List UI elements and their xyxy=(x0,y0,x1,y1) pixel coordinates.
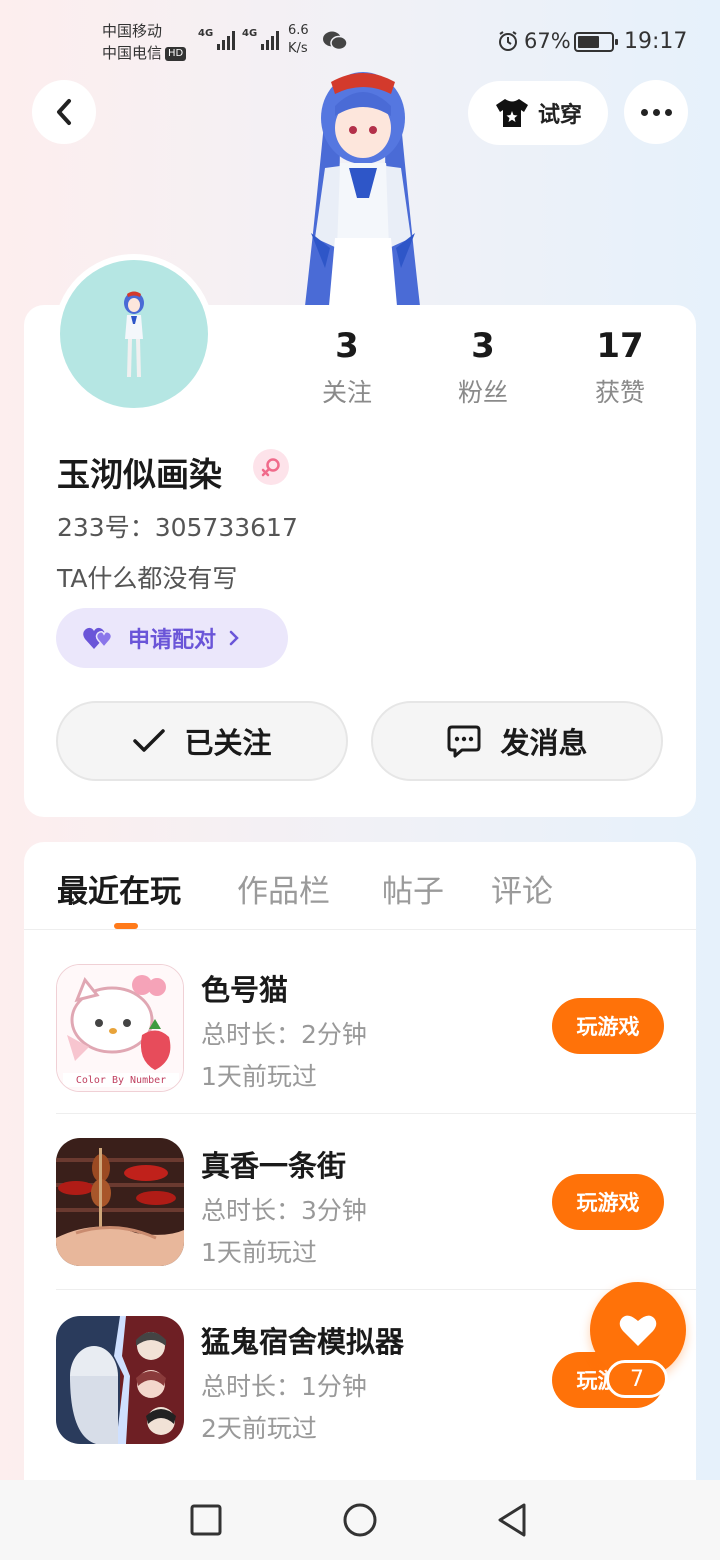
clock: 19:17 xyxy=(624,29,688,54)
recent-apps-button[interactable] xyxy=(186,1500,226,1540)
game-title: 真香一条街 xyxy=(201,1149,347,1183)
game-icon-text: Color By Number xyxy=(76,1075,166,1086)
stat-followers[interactable]: 3 粉丝 xyxy=(423,325,543,409)
net-speed-unit: K/s xyxy=(288,41,308,56)
try-on-button[interactable]: 试穿 xyxy=(468,81,608,145)
avatar-mini-figure xyxy=(124,291,144,377)
user-id: 233号：305733617 xyxy=(57,513,298,542)
back-button[interactable] xyxy=(32,80,96,144)
stat-following-label: 关注 xyxy=(321,378,372,407)
more-dot-icon xyxy=(640,108,648,116)
stat-likes-label: 获赞 xyxy=(594,378,645,407)
chevron-left-icon xyxy=(57,99,71,125)
net-speed: 6.6 K/s xyxy=(288,22,309,58)
stat-followers-value: 3 xyxy=(471,326,495,366)
user-bio: TA什么都没有写 xyxy=(57,564,238,593)
more-dot-icon xyxy=(652,108,660,116)
chat-bubble-icon xyxy=(447,725,481,758)
bbq-street-game-icon xyxy=(56,1138,184,1266)
tab-works[interactable]: 作品栏 xyxy=(237,866,330,911)
game-list-item[interactable]: Color By Number 色号猫 总时长：2分钟 1天前玩过 玩游戏 xyxy=(56,938,696,1114)
square-icon xyxy=(190,1504,222,1536)
profile-nickname: 玉沏似画染 xyxy=(57,455,222,494)
stat-followers-label: 粉丝 xyxy=(457,378,508,407)
female-gender-icon xyxy=(253,449,289,485)
followed-button[interactable]: 已关注 xyxy=(56,701,348,781)
network-type-1: 4G xyxy=(198,28,214,39)
more-dot-icon xyxy=(664,108,672,116)
stat-following[interactable]: 3 关注 xyxy=(287,325,407,409)
tab-comments[interactable]: 评论 xyxy=(491,866,553,911)
battery-percent: 67% xyxy=(524,29,571,53)
wechat-icon xyxy=(323,31,348,51)
avatar-character-image xyxy=(305,72,420,306)
game-last-played: 1天前玩过 xyxy=(201,1238,317,1267)
tab-posts[interactable]: 帖子 xyxy=(382,866,444,911)
followed-label: 已关注 xyxy=(184,726,272,760)
game-last-played: 1天前玩过 xyxy=(201,1062,317,1091)
game-duration: 总时长：1分钟 xyxy=(201,1372,367,1401)
system-navigation-bar xyxy=(0,1480,720,1560)
request-pair-label: 申请配对 xyxy=(128,628,217,653)
like-count-badge: 7 xyxy=(606,1360,668,1398)
stat-following-value: 3 xyxy=(335,326,359,366)
game-last-played: 2天前玩过 xyxy=(201,1414,317,1443)
send-message-button[interactable]: 发消息 xyxy=(371,701,663,781)
color-by-number-game-icon: Color By Number xyxy=(56,964,184,1092)
battery-icon xyxy=(574,32,618,52)
circle-icon xyxy=(343,1503,377,1537)
network-type-2: 4G xyxy=(242,28,258,39)
carrier-2: 中国电信 xyxy=(102,44,163,62)
tab-divider xyxy=(24,929,696,930)
tshirt-icon xyxy=(495,99,528,127)
chevron-right-icon xyxy=(229,630,239,646)
more-options-button[interactable] xyxy=(624,80,688,144)
game-title: 色号猫 xyxy=(201,973,289,1007)
signal-icon-2: 4G xyxy=(242,28,280,50)
tab-recently-played[interactable]: 最近在玩 xyxy=(57,866,181,911)
play-game-button[interactable]: 玩游戏 xyxy=(552,998,664,1054)
stat-likes[interactable]: 17 获赞 xyxy=(560,325,680,409)
double-heart-icon xyxy=(83,627,113,649)
game-list-item[interactable]: 真香一条街 总时长：3分钟 1天前玩过 玩游戏 xyxy=(56,1114,696,1290)
home-button[interactable] xyxy=(340,1500,380,1540)
game-duration: 总时长：2分钟 xyxy=(201,1020,367,1049)
net-speed-value: 6.6 xyxy=(288,23,309,38)
try-on-label: 试穿 xyxy=(537,103,582,128)
checkmark-icon xyxy=(133,729,166,752)
signal-icon: 4G xyxy=(198,28,236,50)
heart-icon xyxy=(619,1315,657,1346)
ghost-dorm-game-icon xyxy=(56,1316,184,1444)
game-duration: 总时长：3分钟 xyxy=(201,1196,367,1225)
carrier-info: 中国移动 中国电信 HD xyxy=(102,20,187,64)
play-game-button[interactable]: 玩游戏 xyxy=(552,1174,664,1230)
carrier-1: 中国移动 xyxy=(102,22,163,40)
alarm-icon xyxy=(499,31,517,51)
triangle-back-icon xyxy=(498,1503,526,1537)
request-pair-button[interactable]: 申请配对 xyxy=(56,608,288,668)
send-message-label: 发消息 xyxy=(500,726,588,760)
battery-fill xyxy=(578,36,600,48)
profile-avatar[interactable] xyxy=(54,254,214,414)
back-nav-button[interactable] xyxy=(492,1500,532,1540)
stat-likes-value: 17 xyxy=(596,326,644,366)
hd-badge: HD xyxy=(165,46,187,61)
game-title: 猛鬼宿舍模拟器 xyxy=(201,1325,405,1359)
